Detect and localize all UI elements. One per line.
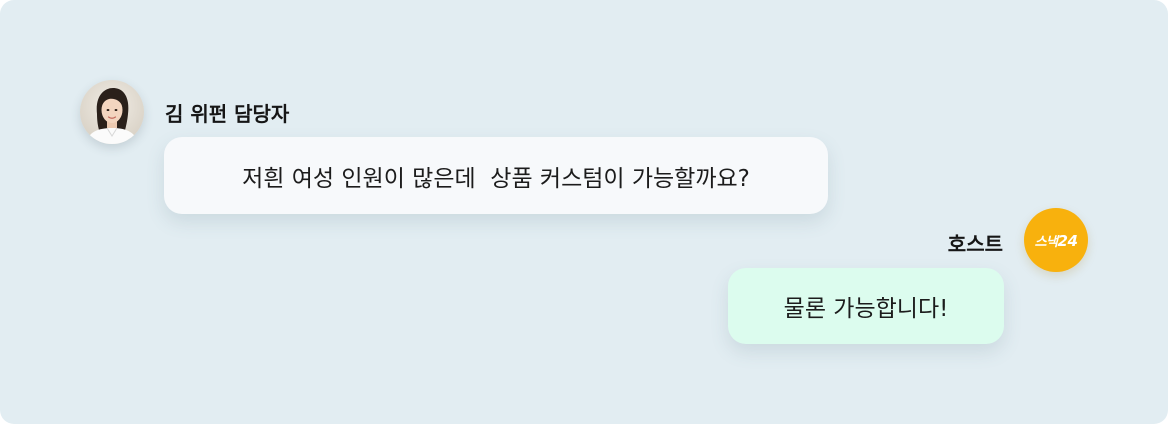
host-logo: 스낵24	[1024, 208, 1088, 272]
host-logo-text: 스낵24	[1035, 231, 1078, 250]
chat-panel: 김 위펀 담당자 저흰 여성 인원이 많은데 상품 커스텀이 가능할까요? 호스…	[0, 0, 1168, 424]
host-logo-number: 24	[1057, 231, 1078, 250]
guest-name: 김 위펀 담당자	[165, 102, 290, 126]
host-logo-word: 스낵	[1034, 234, 1058, 250]
host-name: 호스트	[947, 232, 1003, 256]
host-message-bubble: 물론 가능합니다!	[728, 268, 1004, 344]
guest-message-bubble: 저흰 여성 인원이 많은데 상품 커스텀이 가능할까요?	[164, 137, 828, 214]
guest-message-text: 저흰 여성 인원이 많은데 상품 커스텀이 가능할까요?	[242, 165, 750, 192]
person-avatar-icon	[80, 80, 144, 144]
guest-avatar	[80, 80, 144, 144]
host-message-text: 물론 가능합니다!	[783, 296, 949, 322]
